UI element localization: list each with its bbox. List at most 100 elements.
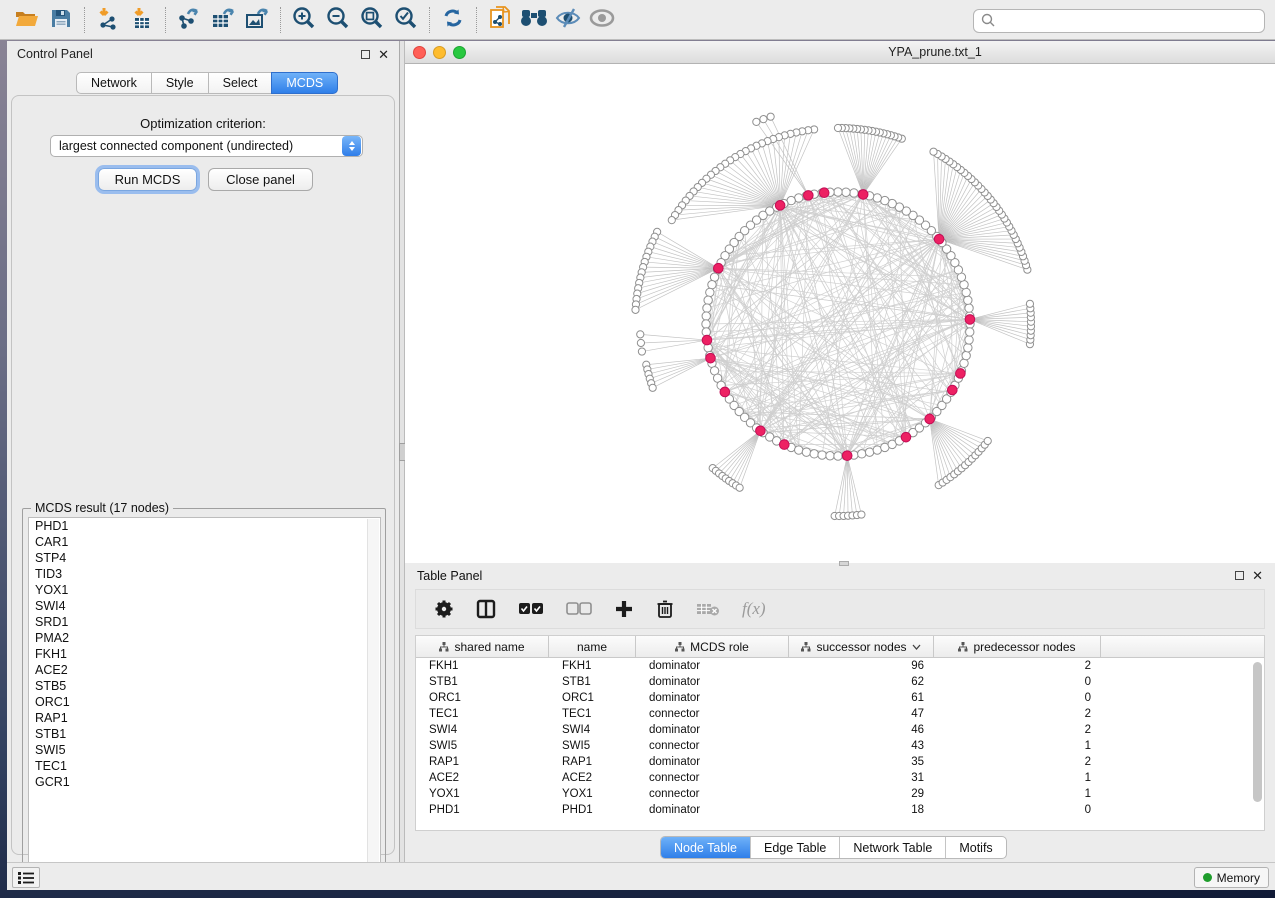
ring-node[interactable] bbox=[858, 450, 866, 458]
mcds-hub-node[interactable] bbox=[901, 432, 911, 442]
table-cell[interactable]: ACE2 bbox=[416, 770, 549, 786]
delete-column-button[interactable] bbox=[656, 599, 674, 619]
zoom-fit-button[interactable] bbox=[355, 4, 389, 36]
split-panel-button[interactable] bbox=[476, 599, 496, 619]
search-box[interactable] bbox=[973, 9, 1265, 33]
table-cell[interactable]: connector bbox=[636, 786, 789, 802]
mcds-hub-node[interactable] bbox=[706, 353, 716, 363]
table-cell[interactable]: 1 bbox=[934, 770, 1101, 786]
mcds-hub-node[interactable] bbox=[842, 451, 852, 461]
mcds-hub-node[interactable] bbox=[965, 315, 975, 325]
table-cell[interactable]: FKH1 bbox=[549, 658, 636, 674]
clone-network-button[interactable] bbox=[483, 4, 517, 36]
table-cell[interactable]: 0 bbox=[934, 690, 1101, 706]
table-panel-grip[interactable] bbox=[839, 561, 849, 566]
ring-node[interactable] bbox=[706, 288, 714, 296]
close-panel-button[interactable]: Close panel bbox=[208, 168, 313, 191]
mcds-result-list[interactable]: PHD1CAR1STP4TID3YOX1SWI4SRD1PMA2FKH1ACE2… bbox=[28, 517, 381, 874]
column-header[interactable]: shared name bbox=[416, 636, 549, 657]
table-cell[interactable]: dominator bbox=[636, 722, 789, 738]
table-cell[interactable]: PHD1 bbox=[416, 802, 549, 818]
mcds-result-item[interactable]: TEC1 bbox=[29, 758, 380, 774]
table-cell[interactable]: 35 bbox=[789, 754, 934, 770]
mcds-hub-node[interactable] bbox=[720, 387, 730, 397]
function-builder-button[interactable]: f(x) bbox=[742, 599, 766, 619]
add-column-button[interactable] bbox=[614, 599, 634, 619]
ring-node[interactable] bbox=[826, 452, 834, 460]
table-cell[interactable]: 47 bbox=[789, 706, 934, 722]
leaf-node[interactable] bbox=[760, 116, 767, 123]
ring-node[interactable] bbox=[962, 351, 970, 359]
table-cell[interactable]: dominator bbox=[636, 690, 789, 706]
ring-node[interactable] bbox=[964, 344, 972, 352]
table-row[interactable]: YOX1YOX1connector291 bbox=[416, 786, 1264, 802]
table-cell[interactable]: STB1 bbox=[416, 674, 549, 690]
ring-node[interactable] bbox=[842, 188, 850, 196]
show-graphics-button[interactable] bbox=[585, 4, 619, 36]
table-cell[interactable]: 2 bbox=[934, 722, 1101, 738]
leaf-node[interactable] bbox=[668, 217, 675, 224]
mcds-result-item[interactable]: SWI5 bbox=[29, 742, 380, 758]
ring-node[interactable] bbox=[834, 188, 842, 196]
deselect-all-columns-button[interactable] bbox=[566, 602, 592, 616]
table-row[interactable]: SWI4SWI4dominator462 bbox=[416, 722, 1264, 738]
ring-node[interactable] bbox=[795, 446, 803, 454]
table-cell[interactable]: 0 bbox=[934, 674, 1101, 690]
table-cell[interactable]: TEC1 bbox=[416, 706, 549, 722]
table-cell[interactable]: RAP1 bbox=[549, 754, 636, 770]
mcds-result-item[interactable]: STB1 bbox=[29, 726, 380, 742]
table-cell[interactable]: SWI4 bbox=[549, 722, 636, 738]
table-cell[interactable]: RAP1 bbox=[416, 754, 549, 770]
leaf-node[interactable] bbox=[632, 306, 639, 313]
ring-node[interactable] bbox=[703, 304, 711, 312]
mcds-result-item[interactable]: PMA2 bbox=[29, 630, 380, 646]
table-cell[interactable]: 2 bbox=[934, 658, 1101, 674]
export-image-button[interactable] bbox=[240, 4, 274, 36]
mcds-result-item[interactable]: SWI4 bbox=[29, 598, 380, 614]
ring-node[interactable] bbox=[873, 194, 881, 202]
hide-graphics-button[interactable] bbox=[551, 4, 585, 36]
table-row[interactable]: TEC1TEC1connector472 bbox=[416, 706, 1264, 722]
tab-network-table[interactable]: Network Table bbox=[839, 837, 945, 858]
table-cell[interactable]: SWI4 bbox=[416, 722, 549, 738]
close-panel-icon[interactable]: ✕ bbox=[1252, 571, 1263, 580]
table-scrollbar[interactable] bbox=[1253, 660, 1262, 828]
leaf-node[interactable] bbox=[984, 437, 991, 444]
column-header[interactable]: MCDS role bbox=[636, 636, 789, 657]
run-mcds-button[interactable]: Run MCDS bbox=[98, 168, 197, 191]
table-cell[interactable]: TEC1 bbox=[549, 706, 636, 722]
table-cell[interactable]: dominator bbox=[636, 802, 789, 818]
ring-node[interactable] bbox=[834, 452, 842, 460]
column-header[interactable]: successor nodes bbox=[789, 636, 934, 657]
table-cell[interactable]: YOX1 bbox=[416, 786, 549, 802]
ring-node[interactable] bbox=[818, 451, 826, 459]
table-cell[interactable]: dominator bbox=[636, 658, 789, 674]
table-scrollbar-thumb[interactable] bbox=[1253, 662, 1262, 802]
ring-node[interactable] bbox=[810, 450, 818, 458]
mcds-result-item[interactable]: PHD1 bbox=[29, 518, 380, 534]
ring-node[interactable] bbox=[964, 296, 972, 304]
table-row[interactable]: FKH1FKH1dominator962 bbox=[416, 658, 1264, 674]
mcds-result-item[interactable]: YOX1 bbox=[29, 582, 380, 598]
table-cell[interactable]: ACE2 bbox=[549, 770, 636, 786]
table-cell[interactable]: 96 bbox=[789, 658, 934, 674]
mcds-result-item[interactable]: FKH1 bbox=[29, 646, 380, 662]
mcds-result-item[interactable]: TID3 bbox=[29, 566, 380, 582]
ring-node[interactable] bbox=[962, 288, 970, 296]
ring-node[interactable] bbox=[965, 304, 973, 312]
table-cell[interactable]: connector bbox=[636, 738, 789, 754]
column-header[interactable]: predecessor nodes bbox=[934, 636, 1101, 657]
table-cell[interactable]: 1 bbox=[934, 786, 1101, 802]
delete-table-button[interactable] bbox=[696, 601, 720, 617]
column-header[interactable]: name bbox=[549, 636, 636, 657]
table-cell[interactable]: SWI5 bbox=[416, 738, 549, 754]
tab-network[interactable]: Network bbox=[76, 72, 152, 94]
ring-node[interactable] bbox=[966, 328, 974, 336]
leaf-node[interactable] bbox=[753, 118, 760, 125]
mcds-result-item[interactable]: SRD1 bbox=[29, 614, 380, 630]
mcds-hub-node[interactable] bbox=[702, 335, 712, 345]
tab-node-table[interactable]: Node Table bbox=[661, 837, 750, 858]
zoom-selected-button[interactable] bbox=[389, 4, 423, 36]
settings-button[interactable] bbox=[434, 599, 454, 619]
table-cell[interactable]: 2 bbox=[934, 754, 1101, 770]
